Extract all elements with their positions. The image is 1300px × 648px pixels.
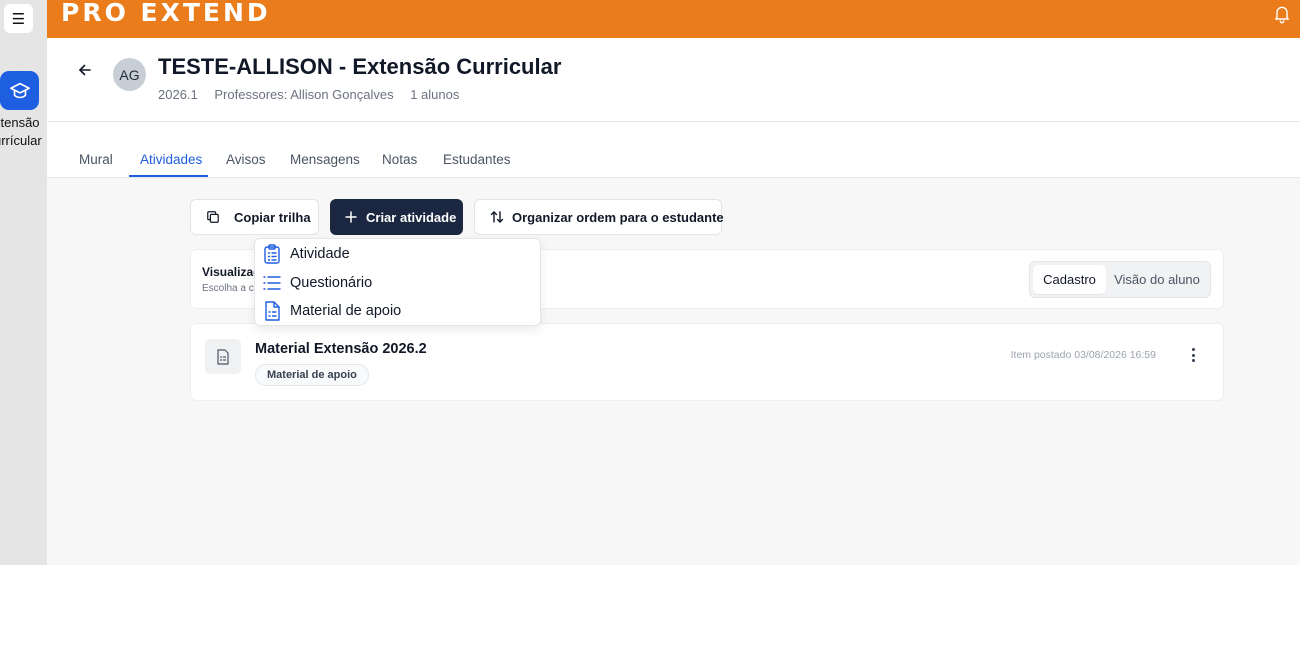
copy-track-label: Copiar trilha: [234, 209, 311, 225]
sort-arrows-icon: [490, 211, 504, 223]
course-header: AG TESTE-ALLISON - Extensão Curricular 2…: [47, 38, 1300, 122]
rail-label-line-2: urrícular: [0, 133, 42, 148]
more-options-icon[interactable]: [1187, 346, 1199, 364]
tab-avisos[interactable]: Avisos: [226, 152, 266, 167]
app-logo[interactable]: PRO EXTEND: [61, 0, 271, 28]
rail-label-line-1: xtensão: [0, 115, 40, 130]
tab-atividades[interactable]: Atividades: [140, 152, 202, 167]
order-for-student-label: Organizar ordem para o estudante: [512, 209, 724, 225]
dropdown-label-questionario: Questionário: [290, 275, 373, 291]
main-panel: AG TESTE-ALLISON - Extensão Curricular 2…: [47, 38, 1300, 565]
course-meta: 2026.1 Professores: Allison Gonçalves 1 …: [158, 87, 472, 102]
posted-timestamp: Item postado 03/08/2026 16:59: [1010, 349, 1156, 361]
top-bar: PRO EXTEND: [47, 0, 1300, 38]
toggle-student-view[interactable]: Visão do aluno: [1108, 265, 1206, 294]
create-activity-label: Criar atividade: [366, 209, 457, 225]
tab-notas[interactable]: Notas: [382, 152, 417, 167]
tab-estudantes[interactable]: Estudantes: [443, 152, 511, 167]
create-activity-button[interactable]: Criar atividade: [330, 199, 463, 235]
dropdown-label-material: Material de apoio: [290, 303, 402, 319]
view-toggle: Cadastro Visão do aluno: [1029, 261, 1211, 298]
tab-mural[interactable]: Mural: [79, 152, 113, 167]
hamburger-icon[interactable]: ☰: [4, 4, 33, 33]
graduation-cap-icon[interactable]: [0, 71, 39, 110]
side-rail: ☰ xtensão urrícular: [0, 0, 47, 565]
list-icon: [263, 276, 281, 290]
status-badge: Material de apoio: [255, 364, 369, 386]
create-activity-dropdown: Atividade Questionário Material de apoio: [254, 238, 541, 326]
document-icon: [265, 301, 280, 321]
back-arrow-icon[interactable]: [77, 62, 93, 78]
copy-icon: [207, 211, 219, 223]
course-professors: Professores: Allison Gonçalves: [214, 87, 394, 102]
rail-item-label[interactable]: xtensão urrícular: [0, 114, 50, 150]
document-icon: [205, 339, 241, 374]
copy-track-button[interactable]: Copiar trilha: [190, 199, 319, 235]
order-for-student-button[interactable]: Organizar ordem para o estudante: [474, 199, 724, 235]
plus-icon: [345, 211, 357, 223]
tab-bar: Mural Atividades Avisos Mensagens Notas …: [47, 138, 1300, 178]
visualization-subtitle: Escolha a c: [202, 283, 254, 294]
dropdown-item-material[interactable]: Material de apoio: [263, 299, 401, 323]
dropdown-item-questionario[interactable]: Questionário: [263, 271, 372, 295]
tab-mensagens[interactable]: Mensagens: [290, 152, 360, 167]
dropdown-label-atividade: Atividade: [290, 246, 350, 262]
visualization-title: Visualizaç: [202, 265, 260, 279]
avatar: AG: [113, 58, 146, 91]
bell-icon[interactable]: [1272, 4, 1292, 24]
dropdown-item-atividade[interactable]: Atividade: [263, 242, 350, 266]
activity-item-card[interactable]: Material Extensão 2026.2 Material de apo…: [190, 323, 1224, 401]
page-title: TESTE-ALLISON - Extensão Curricular: [158, 54, 562, 79]
active-tab-indicator: [129, 175, 208, 177]
activities-content: Copiar trilha Criar atividade Organizar …: [47, 178, 1300, 565]
course-students: 1 alunos: [410, 87, 460, 102]
activity-item-title[interactable]: Material Extensão 2026.2: [255, 341, 427, 357]
clipboard-list-icon: [264, 244, 280, 264]
course-semester: 2026.1: [158, 87, 198, 102]
toggle-cadastro[interactable]: Cadastro: [1033, 265, 1106, 294]
